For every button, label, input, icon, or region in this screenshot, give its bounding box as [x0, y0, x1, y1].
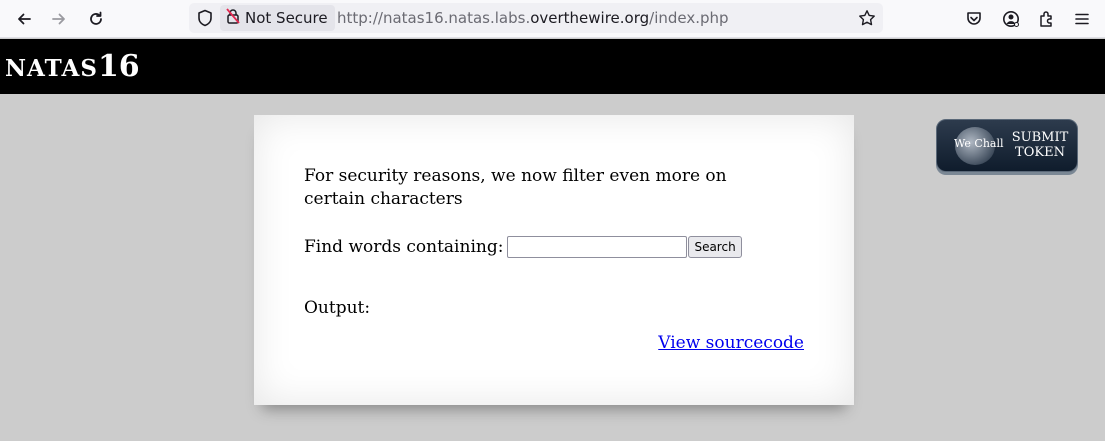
security-label: Not Secure: [245, 9, 328, 27]
search-button[interactable]: Search: [688, 236, 742, 258]
shield-icon[interactable]: [195, 8, 215, 28]
pocket-icon[interactable]: [961, 6, 987, 32]
url-path: /index.php: [649, 9, 729, 27]
search-input[interactable]: [507, 236, 688, 258]
submit-token-label: SUBMIT TOKEN: [1011, 130, 1069, 160]
menu-icon[interactable]: [1069, 6, 1095, 32]
url-prefix: http://natas16.natas.labs.: [337, 9, 531, 27]
insecure-lock-icon: [226, 8, 240, 28]
content-box: For security reasons, we now filter even…: [254, 115, 854, 405]
forward-icon[interactable]: [46, 6, 72, 32]
view-sourcecode-link[interactable]: View sourcecode: [658, 333, 804, 353]
page-title: NATAS16: [5, 49, 140, 84]
wechall-logo: We Chall: [954, 137, 1004, 150]
page-header: NATAS16: [0, 39, 1105, 94]
security-message: For security reasons, we now filter even…: [304, 166, 727, 209]
security-indicator[interactable]: Not Secure: [220, 5, 335, 31]
account-icon[interactable]: [998, 6, 1024, 32]
search-form: Find words containing: Search: [304, 235, 742, 259]
output-label: Output:: [304, 298, 371, 318]
reload-icon[interactable]: [83, 6, 109, 32]
extensions-icon[interactable]: [1034, 6, 1060, 32]
url-text[interactable]: http://natas16.natas.labs.overthewire.or…: [337, 9, 729, 27]
star-icon[interactable]: [857, 8, 877, 28]
url-bar[interactable]: Not Secure http://natas16.natas.labs.ove…: [189, 3, 883, 33]
title-prefix: NATAS: [5, 55, 98, 82]
find-label: Find words containing:: [304, 237, 504, 257]
browser-toolbar: Not Secure http://natas16.natas.labs.ove…: [0, 0, 1105, 38]
url-domain: overthewire.org: [530, 9, 650, 27]
back-icon[interactable]: [11, 6, 37, 32]
title-number: 16: [97, 49, 140, 84]
submit-token-button[interactable]: We Chall SUBMIT TOKEN: [936, 119, 1078, 172]
